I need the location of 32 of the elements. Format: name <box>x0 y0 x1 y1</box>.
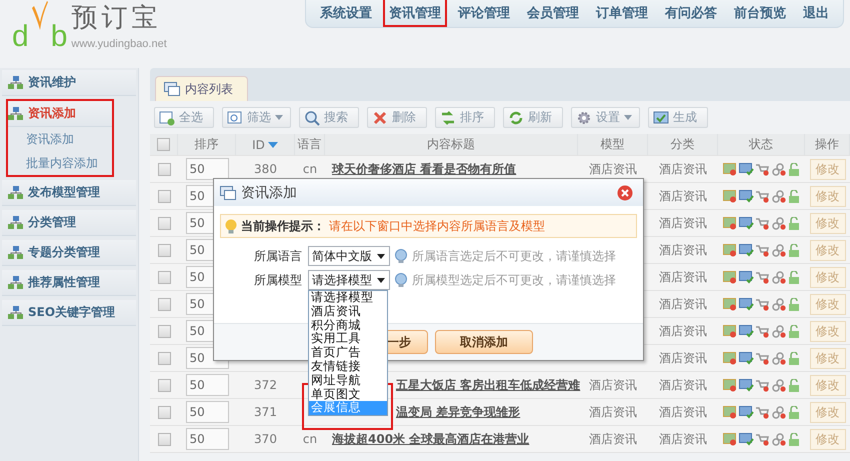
field-label: 所属语言 <box>253 248 302 264</box>
table-cell: 370 <box>254 432 277 446</box>
table-cell: 酒店资讯 <box>589 404 637 420</box>
table-cell: 酒店资讯 <box>589 160 637 178</box>
table-cell: 酒店资讯 <box>659 214 707 232</box>
field-label: 所属模型 <box>253 272 302 288</box>
field-hint: 所属模型选定后不可更改，请谨慎选择 <box>412 272 616 288</box>
table-cell: 酒店资讯 <box>659 322 707 340</box>
tip-label: 当前操作提示： <box>241 218 325 234</box>
table-cell: 酒店资讯 <box>659 188 707 204</box>
brand-name: 预订宝 <box>71 2 162 35</box>
table-cell: 371 <box>254 405 277 419</box>
table-cell: 酒店资讯 <box>659 350 707 366</box>
table-cell: 酒店资讯 <box>659 430 707 448</box>
dialog-title: 资讯添加 <box>241 184 298 202</box>
site-url: www.yudingbao.net <box>71 38 167 50</box>
tip-text: 请在以下窗口中选择内容所属语言及模型 <box>329 218 545 234</box>
logo-letter: d <box>12 22 29 52</box>
table-cell: 372 <box>254 378 277 392</box>
table-cell: 酒店资讯 <box>659 296 707 312</box>
logo-letter: b <box>50 22 68 52</box>
table-cell: 酒店资讯 <box>659 242 707 258</box>
table-cell: cn <box>302 162 318 176</box>
table-cell: 酒店资讯 <box>659 160 707 178</box>
table-cell: 酒店资讯 <box>659 404 707 420</box>
field-hint: 所属语言选定后不可更改，请谨慎选择 <box>412 248 616 264</box>
table-cell: 380 <box>254 162 277 176</box>
table-cell: 酒店资讯 <box>659 268 707 286</box>
table-cell: 酒店资讯 <box>589 430 637 448</box>
table-cell: 酒店资讯 <box>589 376 637 394</box>
table-cell: 酒店资讯 <box>659 376 707 394</box>
table-cell: cn <box>302 432 318 446</box>
